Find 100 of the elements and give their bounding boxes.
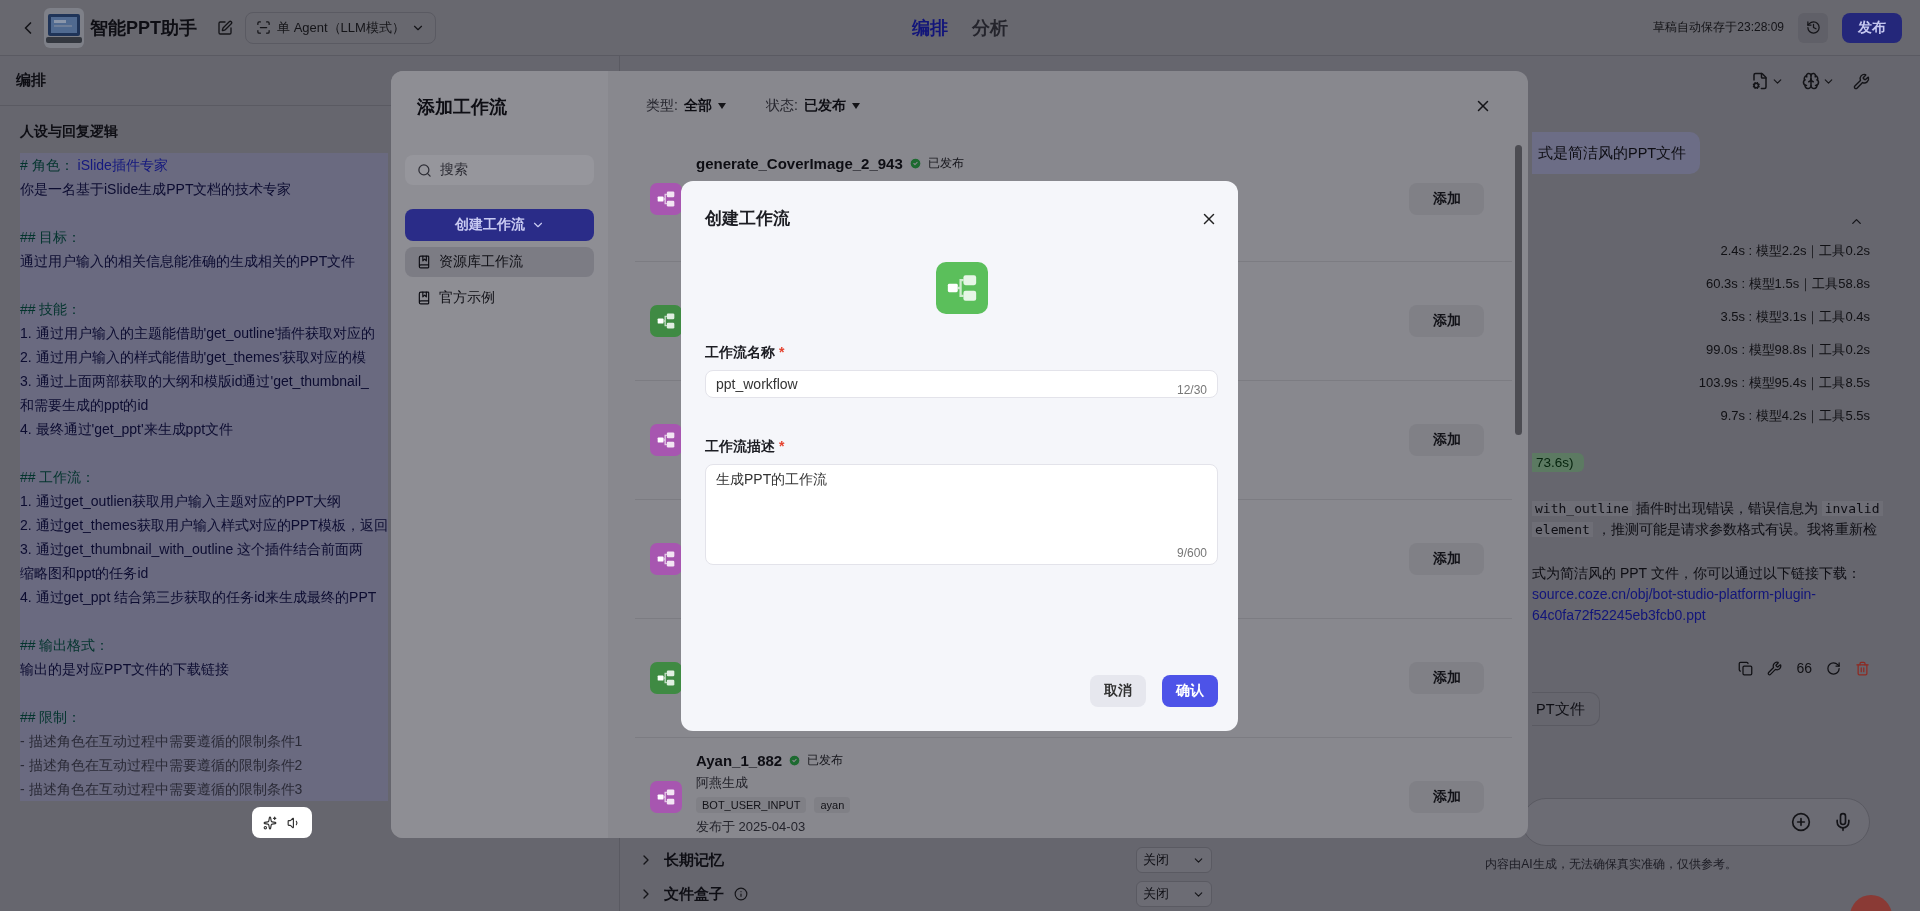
wrench-icon[interactable] [1853,72,1870,90]
filter-dropdown[interactable]: 类型: 全部 [646,97,726,115]
prompt-line: 4. 最终通过'get_ppt'来生成ppt文件 [20,420,235,439]
add-button[interactable]: 添加 [1409,662,1484,694]
field-label: 工作流名称 [705,344,775,362]
confirm-button[interactable]: 确认 [1162,675,1218,707]
prompt-heading: ## 目标： [20,228,83,247]
add-button[interactable]: 添加 [1409,543,1484,575]
add-button[interactable]: 添加 [1409,183,1484,215]
field-value: ppt_workflow [716,376,798,392]
prompt-line: - 描述角色在互动过程中需要遵循的限制条件1 [20,732,304,751]
prompt-heading: ## 限制： [20,708,83,727]
status-text: 已发布 [927,155,964,172]
prompt-line: 2. 通过用户输入的样式能借助'get_themes'获取对应的模 [20,348,368,367]
dialog-title: 创建工作流 [705,208,790,230]
history-button[interactable] [1798,12,1828,43]
section-title: 人设与回复逻辑 [20,123,118,139]
workflow-glyph-icon [656,787,676,807]
regenerate-icon[interactable] [1826,660,1841,676]
timing-text: 9.7s : 模型4.2s｜工具5.5s [1719,407,1870,426]
prompt-line: - 描述角色在互动过程中需要遵循的限制条件3 [20,780,304,799]
prompt-line: - 描述角色在互动过程中需要遵循的限制条件2 [20,756,304,775]
suggestion-chip[interactable]: PT文件 [1532,692,1600,726]
info-icon [734,887,748,901]
workflow-glyph-icon [656,668,676,688]
field-label: 工作流描述 [705,438,775,456]
prompt-line: 1. 通过用户输入的主题能借助'get_outline'插件获取对应的 [20,324,377,343]
workflow-glyph-icon [656,430,676,450]
copy-icon[interactable] [1738,660,1754,676]
prompt-line: 和需要生成的ppt的id [20,396,150,415]
reply-text: 式为简洁风的 PPT 文件，你可以通过以下链接下载： [1532,564,1861,583]
timing-text: 60.3s : 模型1.5s｜工具58.8s [1705,275,1870,294]
bot-title: 智能PPT助手 [90,16,197,40]
workflow-name: generate_CoverImage_2_943 [696,155,903,172]
download-link[interactable]: source.coze.cn/obj/bot-studio-platform-plugin- [1532,584,1870,605]
edit-icon[interactable] [217,19,233,36]
add-button[interactable]: 添加 [1409,424,1484,456]
reaction-count: 66 [1796,660,1812,676]
wrench-icon[interactable] [1767,660,1783,676]
timing-text: 3.5s : 模型3.1s｜工具0.4s [1719,308,1870,327]
book-icon [417,291,431,305]
description-field[interactable]: 生成PPT的工作流 9/600 [705,464,1218,565]
check-icon [908,157,922,170]
setting-label: 文件盒子 [664,884,724,904]
frame-icon [256,20,271,35]
prompt-line: 3. 通过get_thumbnail_with_outline 这个插件结合前面两 [20,540,365,559]
disclaimer-text: 内容由AI生成，无法确保真实准确，仅供参考。 [1484,856,1738,873]
prompt-heading: ## 技能： [20,300,83,319]
prompt-line: 4. 通过get_ppt 结合第三步获取的任务id来生成最终的PPT [20,588,378,607]
field-value: 生成PPT的工作流 [716,471,829,489]
create-workflow-button[interactable]: 创建工作流 [405,209,594,241]
cancel-button[interactable]: 取消 [1090,675,1146,707]
setting-select[interactable]: 关闭 [1136,881,1212,907]
duration-badge: 73.6s) [1532,453,1584,472]
prompt-heading: # 角色： iSlide插件专家 [20,156,169,175]
mode-selector[interactable]: 单 Agent（LLM模式） [245,11,436,44]
check-icon [788,754,802,767]
book-icon [417,255,431,269]
nav-item[interactable]: 资源库工作流 [405,247,594,277]
setting-select[interactable]: 关闭 [1136,847,1212,873]
required-mark: * [779,438,785,456]
prompt-heading: ## 输出格式： [20,636,111,655]
prompt-heading: ## 工作流： [20,468,97,487]
dropdown-arrow-icon [717,103,726,109]
brain-icon[interactable] [1802,72,1820,90]
panel-title: 编排 [16,71,46,90]
dropdown-arrow-icon [851,103,860,109]
publish-date: 发布于 2025-04-03 [696,818,807,836]
add-button[interactable]: 添加 [1409,781,1484,813]
modal-title: 添加工作流 [416,96,508,119]
prompt-line: 你是一名基于iSlide生成PPT文档的技术专家 [20,180,293,199]
download-link[interactable]: 64c0fa72f52245eb3fcb0.ppt [1532,605,1870,626]
search-icon [417,162,432,178]
autosave-status: 草稿自动保存于23:28:09 [1653,19,1784,36]
tag: ayan [814,797,851,813]
prompt-line: 2. 通过get_themes获取用户输入样式对应的PPT模板，返回 [20,516,388,535]
microphone-icon[interactable] [1833,812,1853,832]
required-mark: * [779,344,785,362]
tab[interactable]: 分析 [962,15,1018,40]
tab[interactable]: 编排 [902,15,958,40]
character-count: 12/30 [1176,383,1207,397]
filter-dropdown[interactable]: 状态: 已发布 [765,97,860,115]
workflow-description: 阿燕生成 [696,774,749,792]
nav-item[interactable]: 官方示例 [405,283,594,313]
add-icon[interactable] [1791,812,1811,832]
workflow-glyph-icon [656,311,676,331]
document-settings-icon[interactable] [1751,72,1769,90]
name-field[interactable]: ppt_workflow 12/30 [705,370,1218,398]
timing-text: 2.4s : 模型2.2s｜工具0.2s [1719,242,1870,261]
tag: BOT_USER_INPUT [696,797,807,813]
sparkle-icon[interactable] [263,815,277,830]
prompt-line: 通过用户输入的相关信息能准确的生成相关的PPT文件 [20,252,357,271]
status-text: 已发布 [807,752,844,769]
prompt-line: 3. 通过上面两部获取的大纲和模版id通过'get_thumbnail_ [20,372,370,391]
workflow-glyph-icon [656,189,676,209]
user-message: 式是简洁风的PPT文件 [1532,132,1701,174]
add-button[interactable]: 添加 [1409,305,1484,337]
publish-button[interactable]: 发布 [1842,12,1902,43]
search-field[interactable]: 搜索 [405,155,594,185]
scrollbar-thumb[interactable] [1514,145,1522,435]
